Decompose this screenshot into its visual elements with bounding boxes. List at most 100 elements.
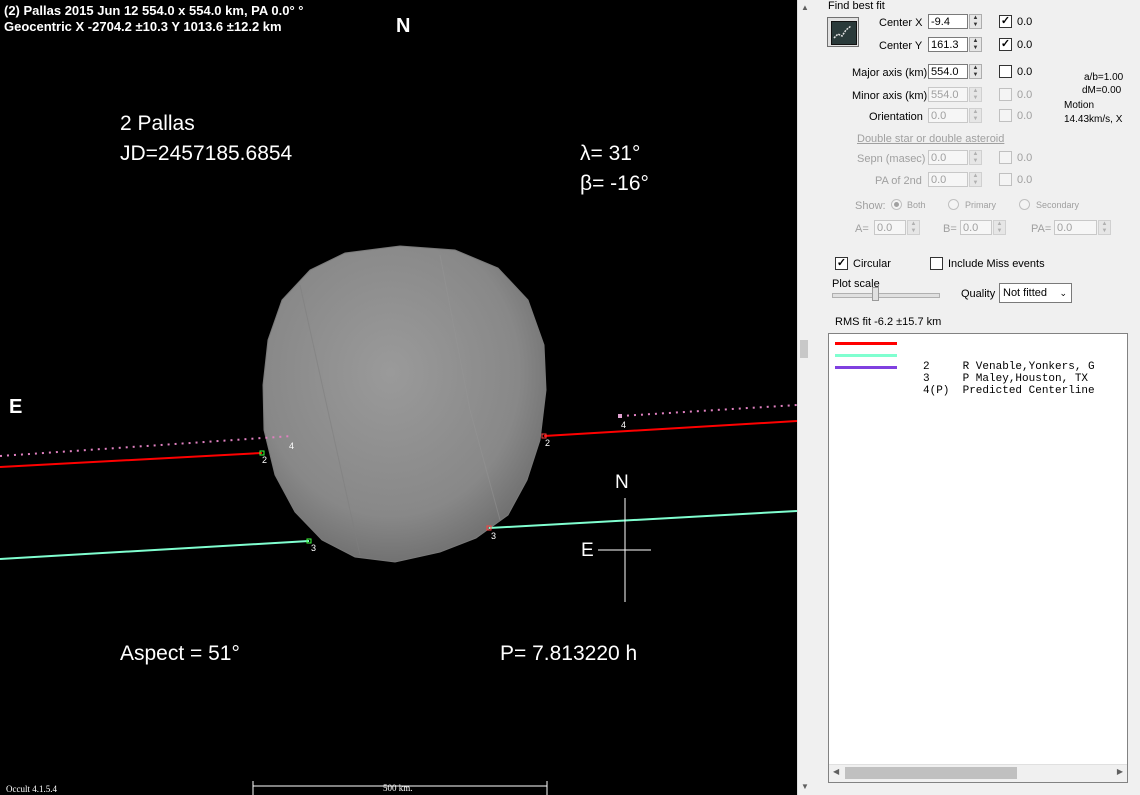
center-x-label: Center X: [879, 17, 923, 29]
show-label: Show:: [855, 200, 886, 212]
show-both-radio[interactable]: [891, 199, 902, 210]
chord-label: 2: [262, 455, 268, 465]
major-axis-fit-checkbox[interactable]: [999, 65, 1012, 78]
object-name: 2 Pallas: [120, 112, 195, 135]
orientation-fit-checkbox[interactable]: [999, 109, 1012, 122]
compass-east: E: [581, 540, 594, 561]
pa2nd-fit-value: 0.0: [1017, 174, 1033, 186]
plot-scale-track[interactable]: [832, 293, 940, 298]
orientation-spinner[interactable]: ▲ ▼: [969, 108, 982, 123]
a-label: A=: [855, 223, 869, 235]
chord-label: 2: [545, 438, 551, 448]
sepn-spinner[interactable]: ▲ ▼: [969, 150, 982, 165]
list-item[interactable]: 4(P) Predicted Centerline: [835, 361, 1095, 397]
show-both-label: Both: [907, 200, 926, 210]
center-y-fit-checkbox[interactable]: ✓: [999, 38, 1012, 51]
chart-icon: [831, 21, 857, 45]
scroll-left-icon[interactable]: ◀: [833, 767, 839, 776]
a-input[interactable]: 0.0: [874, 220, 906, 235]
minor-axis-fit-checkbox[interactable]: [999, 88, 1012, 101]
center-x-spinner[interactable]: ▲ ▼: [969, 14, 982, 29]
pa-spinner[interactable]: ▲ ▼: [1098, 220, 1111, 235]
axis-ratio: a/b=1.00: [1084, 72, 1124, 83]
chord-label: 4: [621, 420, 627, 430]
observer-chord-list[interactable]: 2 R Venable,Yonkers, G 3 P Maley,Houston…: [828, 333, 1128, 783]
orientation-label: Orientation: [869, 111, 923, 123]
chord-label: 4: [289, 441, 295, 451]
chord-3-right: [488, 510, 797, 529]
horizontal-scrollbar[interactable]: ◀ ▶: [829, 764, 1127, 782]
pa2nd-fit-checkbox[interactable]: [999, 173, 1012, 186]
pa-label: PA=: [1031, 223, 1052, 235]
center-y-input[interactable]: 161.3: [928, 37, 968, 52]
center-y-spinner[interactable]: ▲ ▼: [969, 37, 982, 52]
scroll-up-icon[interactable]: ▲: [801, 3, 809, 12]
chord-label: 3: [311, 543, 317, 553]
ecliptic-latitude: β= -16°: [580, 172, 649, 195]
center-x-input[interactable]: -9.4: [928, 14, 968, 29]
sepn-input[interactable]: 0.0: [928, 150, 968, 165]
b-label: B=: [943, 223, 957, 235]
scroll-thumb[interactable]: [800, 340, 808, 358]
center-x-fit-checkbox[interactable]: ✓: [999, 15, 1012, 28]
circular-checkbox[interactable]: ✓: [835, 257, 848, 270]
chord-label: 3: [491, 531, 497, 541]
pa2nd-spinner[interactable]: ▲ ▼: [969, 172, 982, 187]
chord-4-marker: [618, 414, 622, 418]
plot-scale-slider[interactable]: [872, 287, 879, 301]
pa2nd-input[interactable]: 0.0: [928, 172, 968, 187]
east-label: E: [9, 396, 23, 418]
center-y-label: Center Y: [879, 40, 923, 52]
include-miss-label: Include Miss events: [948, 258, 1045, 270]
pa-input[interactable]: 0.0: [1054, 220, 1097, 235]
plot-header-geocentric: Geocentric X -2704.2 ±10.3 Y 1013.6 ±12.…: [4, 19, 282, 34]
chord-color-swatch: [835, 354, 897, 357]
find-best-fit-button[interactable]: [827, 17, 859, 47]
list-item[interactable]: 3 P Maley,Houston, TX: [835, 349, 1088, 385]
quality-select[interactable]: Not fitted ⌄: [999, 283, 1072, 303]
scroll-down-icon[interactable]: ▼: [801, 782, 809, 791]
include-miss-checkbox[interactable]: [930, 257, 943, 270]
chord-4-right: [619, 404, 797, 417]
quality-label: Quality: [961, 288, 996, 300]
minor-axis-input[interactable]: 554.0: [928, 87, 968, 102]
orientation-fit-value: 0.0: [1017, 110, 1033, 122]
chord-color-swatch: [835, 342, 897, 345]
rms-fit: RMS fit -6.2 ±15.7 km: [835, 316, 942, 328]
major-axis-spinner[interactable]: ▲ ▼: [969, 64, 982, 79]
show-secondary-label: Secondary: [1036, 200, 1080, 210]
ecliptic-longitude: λ= 31°: [580, 142, 641, 165]
version-label: Occult 4.1.5.4: [6, 784, 57, 794]
north-label: N: [396, 15, 411, 37]
hscroll-thumb[interactable]: [845, 767, 1017, 779]
b-input[interactable]: 0.0: [960, 220, 992, 235]
delta-magnitude: dM=0.00: [1082, 85, 1122, 96]
major-axis-input[interactable]: 554.0: [928, 64, 968, 79]
minor-axis-label: Minor axis (km): [852, 90, 928, 102]
motion-label: Motion: [1064, 100, 1095, 111]
vertical-scrollbar[interactable]: ▲ ▼: [797, 0, 812, 795]
b-spinner[interactable]: ▲ ▼: [993, 220, 1006, 235]
sepn-fit-checkbox[interactable]: [999, 151, 1012, 164]
occultation-plot[interactable]: (2) Pallas 2015 Jun 12 554.0 x 554.0 km,…: [0, 0, 797, 795]
chord-color-swatch: [835, 366, 897, 369]
minor-axis-spinner[interactable]: ▲ ▼: [969, 87, 982, 102]
center-x-fit-value: 0.0: [1017, 16, 1033, 28]
asteroid-shape: [262, 245, 547, 563]
center-y-fit-value: 0.0: [1017, 39, 1033, 51]
plot-header-title: (2) Pallas 2015 Jun 12 554.0 x 554.0 km,…: [4, 3, 304, 18]
chevron-down-icon: ⌄: [1059, 288, 1067, 298]
circular-label: Circular: [853, 258, 891, 270]
scale-label: 500 km.: [383, 783, 413, 793]
find-best-fit-label: Find best fit: [828, 0, 885, 12]
double-star-link[interactable]: Double star or double asteroid: [857, 133, 1004, 145]
show-primary-label: Primary: [965, 200, 996, 210]
show-secondary-radio[interactable]: [1019, 199, 1030, 210]
a-spinner[interactable]: ▲ ▼: [907, 220, 920, 235]
orientation-input[interactable]: 0.0: [928, 108, 968, 123]
quality-value: Not fitted: [1003, 287, 1048, 299]
show-primary-radio[interactable]: [948, 199, 959, 210]
compass-north: N: [615, 472, 629, 493]
scroll-right-icon[interactable]: ▶: [1117, 767, 1123, 776]
list-item[interactable]: 2 R Venable,Yonkers, G: [835, 337, 1095, 373]
